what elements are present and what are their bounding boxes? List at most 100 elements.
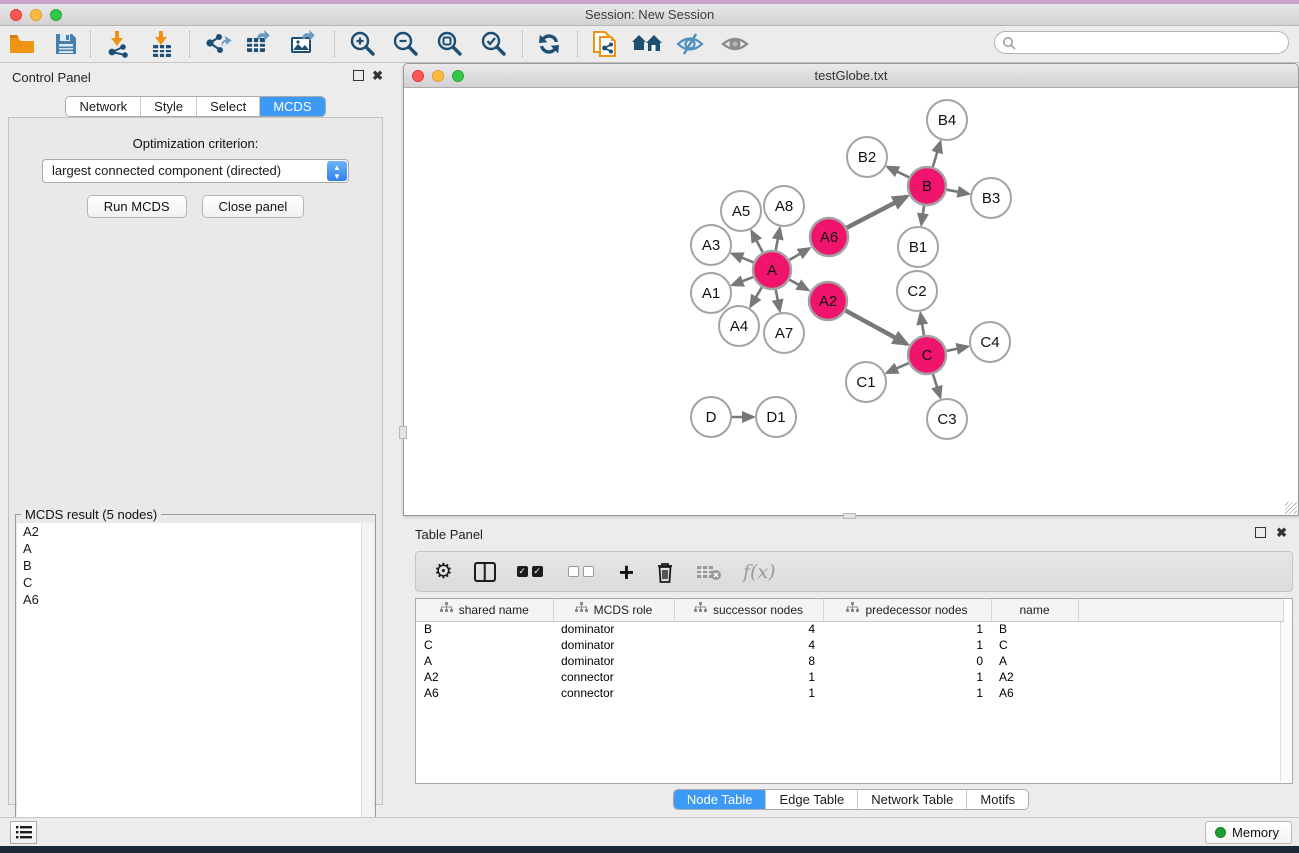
close-window-icon[interactable] [10, 9, 22, 21]
graph-node-B4[interactable]: B4 [927, 100, 967, 140]
graph-node-A4[interactable]: A4 [719, 306, 759, 346]
graph-edge-C-C4[interactable] [947, 347, 968, 351]
table-cell[interactable]: A [991, 653, 1078, 669]
zoom-out-button[interactable] [388, 29, 422, 59]
graph-edge-C-C3[interactable] [933, 374, 940, 397]
table-row[interactable]: A2connector11A2 [416, 669, 1284, 685]
splitter-handle-left[interactable] [399, 426, 407, 439]
graph-edge-A-A6[interactable] [789, 249, 809, 260]
table-cell[interactable]: 0 [823, 653, 991, 669]
table-cell[interactable]: 4 [674, 621, 823, 637]
table-cell[interactable]: 1 [674, 669, 823, 685]
save-session-button[interactable] [49, 29, 83, 59]
graph-node-A[interactable]: A [753, 251, 791, 289]
tab-node-table[interactable]: Node Table [674, 790, 767, 809]
column-header-shared-name[interactable]: shared name [416, 599, 553, 621]
graph-edge-A2-C[interactable] [846, 311, 907, 344]
table-row[interactable]: A6connector11A6 [416, 685, 1284, 701]
float-panel-icon[interactable] [353, 70, 364, 81]
graph-edge-A-A1[interactable] [733, 277, 754, 285]
zoom-window-icon[interactable] [50, 9, 62, 21]
refresh-button[interactable] [532, 29, 566, 59]
export-table-button[interactable] [242, 29, 276, 59]
zoom-selected-button[interactable] [476, 29, 510, 59]
graph-node-C2[interactable]: C2 [897, 271, 937, 311]
table-cell[interactable]: connector [553, 685, 674, 701]
graph-node-C[interactable]: C [908, 336, 946, 374]
graph-node-A7[interactable]: A7 [764, 313, 804, 353]
show-columns-button[interactable] [474, 557, 496, 587]
tab-edge-table[interactable]: Edge Table [766, 790, 858, 809]
table-cell[interactable]: C [991, 637, 1078, 653]
tab-mcds[interactable]: MCDS [260, 97, 324, 116]
graph-edge-C-C1[interactable] [887, 363, 909, 373]
table-cell[interactable]: 1 [823, 685, 991, 701]
network-close-icon[interactable] [412, 70, 424, 82]
select-all-columns-button[interactable] [517, 557, 547, 587]
graph-node-C4[interactable]: C4 [970, 322, 1010, 362]
graph-edge-B-B2[interactable] [888, 167, 909, 177]
zoom-fit-button[interactable] [432, 29, 466, 59]
network-window-titlebar[interactable]: testGlobe.txt [404, 64, 1298, 88]
minimize-window-icon[interactable] [30, 9, 42, 21]
tab-network[interactable]: Network [66, 97, 141, 116]
graph-edge-A-A8[interactable] [776, 229, 780, 251]
delete-column-button[interactable] [655, 557, 675, 587]
tab-select[interactable]: Select [197, 97, 260, 116]
table-cell[interactable]: B [416, 621, 553, 637]
tab-style[interactable]: Style [141, 97, 197, 116]
network-canvas[interactable]: B4B2BB3A5A8A6B1A3AC2A1A2A4A7C4CC1C3DD1 [404, 88, 1298, 515]
table-cell[interactable]: A2 [416, 669, 553, 685]
table-cell[interactable]: dominator [553, 653, 674, 669]
float-table-panel-icon[interactable] [1255, 527, 1266, 538]
table-row[interactable]: Cdominator41C [416, 637, 1284, 653]
table-cell[interactable]: B [991, 621, 1078, 637]
graph-edge-A-A5[interactable] [752, 231, 763, 252]
graph-edge-A-A7[interactable] [776, 290, 780, 311]
graph-node-A8[interactable]: A8 [764, 186, 804, 226]
export-network-button[interactable] [200, 29, 234, 59]
zoom-in-button[interactable] [345, 29, 379, 59]
function-builder-button[interactable]: f(x) [743, 557, 776, 587]
window-titlebar[interactable]: Session: New Session [0, 4, 1299, 26]
open-session-button[interactable] [5, 29, 39, 59]
hide-graphics-button[interactable] [673, 29, 707, 59]
table-scrollbar[interactable] [1280, 622, 1291, 782]
graph-node-C3[interactable]: C3 [927, 399, 967, 439]
show-graphics-button[interactable] [718, 29, 752, 59]
table-cell[interactable]: 1 [674, 685, 823, 701]
graph-node-D[interactable]: D [691, 397, 731, 437]
column-header-successor-nodes[interactable]: successor nodes [674, 599, 823, 621]
deselect-all-columns-button[interactable] [568, 557, 598, 587]
table-cell[interactable]: A2 [991, 669, 1078, 685]
import-table-button[interactable] [145, 29, 179, 59]
table-settings-button[interactable]: ⚙ [434, 557, 453, 587]
graph-node-B[interactable]: B [908, 167, 946, 205]
graph-edge-A-A4[interactable] [751, 287, 762, 306]
import-network-button[interactable] [101, 29, 135, 59]
graph-edge-C-C2[interactable] [921, 314, 924, 336]
home-view-button[interactable] [630, 29, 664, 59]
result-scrollbar[interactable] [361, 523, 374, 853]
table-cell[interactable]: A6 [416, 685, 553, 701]
table-row[interactable]: Bdominator41B [416, 621, 1284, 637]
network-zoom-icon[interactable] [452, 70, 464, 82]
graph-node-A1[interactable]: A1 [691, 273, 731, 313]
table-cell[interactable]: 1 [823, 621, 991, 637]
table-cell[interactable]: connector [553, 669, 674, 685]
graph-node-A6[interactable]: A6 [810, 218, 848, 256]
graph-node-A3[interactable]: A3 [691, 225, 731, 265]
graph-node-D1[interactable]: D1 [756, 397, 796, 437]
column-header-name[interactable]: name [991, 599, 1078, 621]
graph-edge-B-B3[interactable] [947, 190, 969, 194]
close-table-panel-icon[interactable]: ✖ [1276, 527, 1287, 539]
export-image-button[interactable] [287, 29, 321, 59]
task-history-button[interactable] [10, 821, 37, 844]
tab-network-table[interactable]: Network Table [858, 790, 967, 809]
table-cell[interactable]: 1 [823, 669, 991, 685]
graph-node-A5[interactable]: A5 [721, 191, 761, 231]
table-cell[interactable]: dominator [553, 637, 674, 653]
graph-node-C1[interactable]: C1 [846, 362, 886, 402]
graph-node-B3[interactable]: B3 [971, 178, 1011, 218]
table-cell[interactable]: A [416, 653, 553, 669]
